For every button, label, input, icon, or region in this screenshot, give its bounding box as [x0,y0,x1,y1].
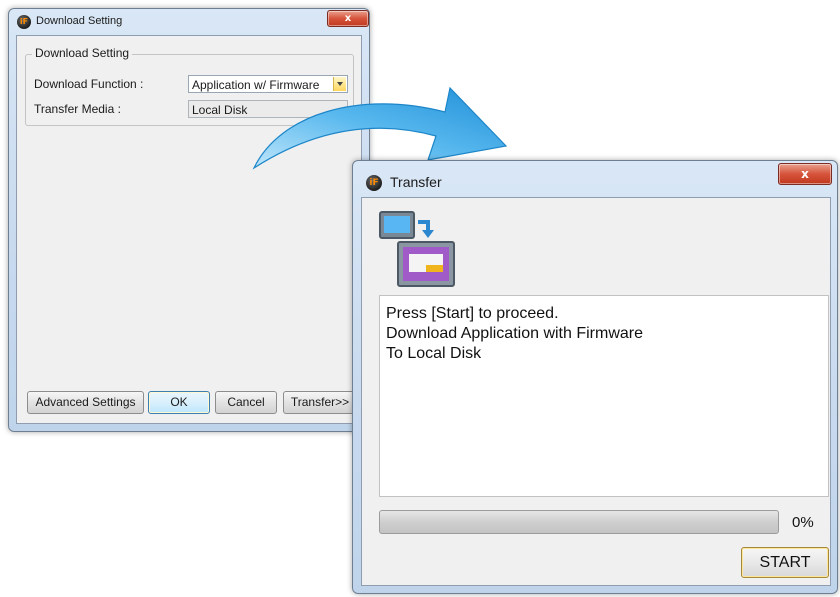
download-setting-window: iF Download Setting x Download Setting D… [8,8,370,432]
transfer-window: iF Transfer x Press [Start] to proceed. … [352,160,838,594]
download-setting-title: Download Setting [36,15,123,27]
transfer-button[interactable]: Transfer>> [283,391,357,414]
download-setting-close-button[interactable]: x [327,10,369,27]
message-line-3: To Local Disk [386,345,482,362]
download-function-label: Download Function : [34,77,144,91]
transfer-title: Transfer [390,174,442,190]
transfer-media-label: Transfer Media : [34,102,121,116]
message-line-2: Download Application with Firmware [386,325,643,342]
transfer-close-button[interactable]: x [778,163,832,185]
start-button[interactable]: START [741,547,829,578]
transfer-icon [379,211,455,287]
advanced-settings-button[interactable]: Advanced Settings [27,391,144,414]
app-logo-icon: iF [17,15,31,29]
group-title: Download Setting [32,46,133,60]
progress-percent: 0% [792,514,814,531]
ok-button[interactable]: OK [148,391,210,414]
cancel-button[interactable]: Cancel [215,391,277,414]
app-logo-icon: iF [366,175,382,191]
close-icon: x [344,13,352,24]
transfer-message-box: Press [Start] to proceed. Download Appli… [379,295,829,497]
message-line-1: Press [Start] to proceed. [386,305,559,322]
transfer-client: Press [Start] to proceed. Download Appli… [361,197,831,586]
transfer-progress-bar [379,510,779,534]
transfer-titlebar[interactable]: iF Transfer x [353,161,837,191]
download-setting-titlebar[interactable]: iF Download Setting x [9,9,369,35]
close-icon: x [801,167,809,181]
